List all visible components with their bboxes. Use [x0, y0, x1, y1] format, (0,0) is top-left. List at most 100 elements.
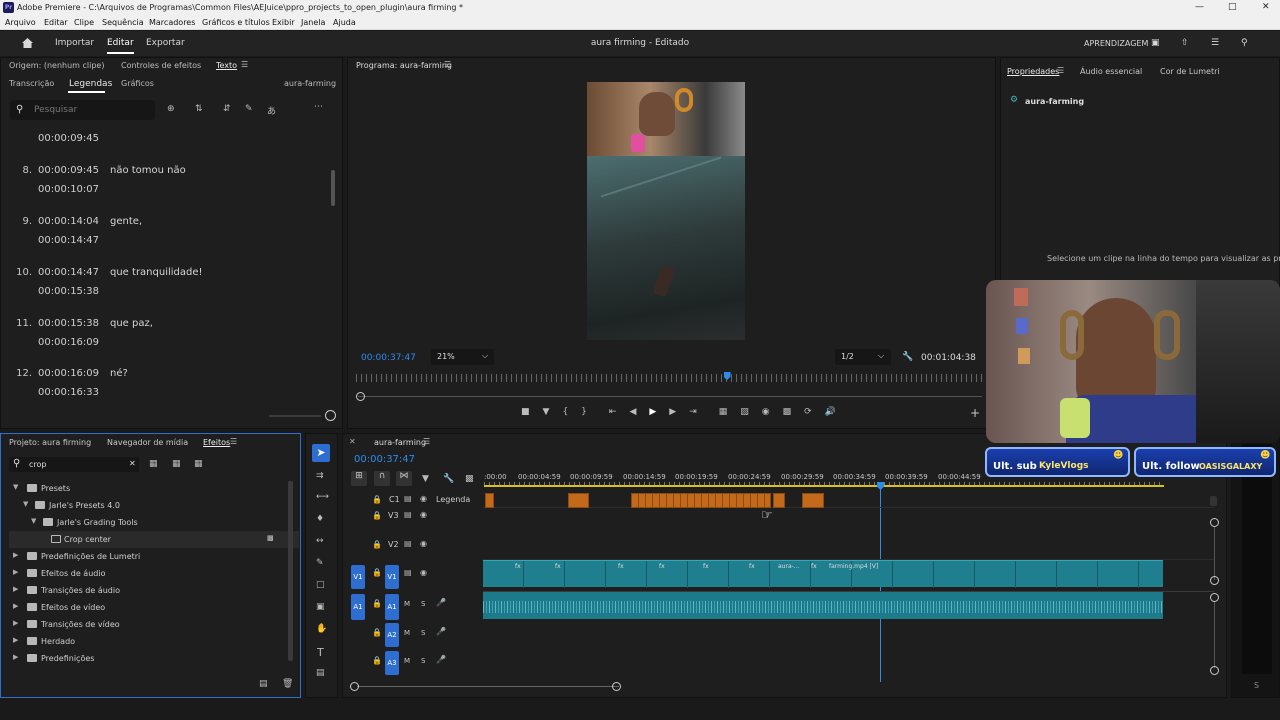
effects-menu-icon[interactable]: ☰	[230, 437, 237, 446]
add-marker-icon[interactable]: ▼	[422, 474, 429, 484]
maximize-icon[interactable]: □	[1228, 2, 1237, 12]
tab-navegador[interactable]: Navegador de mídia	[107, 438, 188, 447]
caption-item[interactable]: 8. 00:00:09:45 não tomou não 00:00:10:07	[1, 162, 331, 206]
effects-search-box[interactable]: ⚲ crop ✕	[9, 457, 139, 472]
menu-lines-icon[interactable]: ☰	[1211, 38, 1219, 48]
mute-button[interactable]: M	[404, 629, 410, 637]
audio-clip-a1[interactable]	[483, 592, 1163, 619]
speaker-icon[interactable]: 🔊	[825, 407, 836, 417]
fx-badge[interactable]: fx	[749, 563, 755, 570]
lock-icon[interactable]: 🔒	[372, 656, 382, 665]
tab-legendas[interactable]: Legendas	[69, 79, 112, 89]
share-icon[interactable]: ⇧	[1181, 38, 1189, 48]
caption-item[interactable]: 00:00:09:45	[1, 129, 331, 151]
solo-meter-icon[interactable]: S	[1254, 681, 1259, 690]
sync-lock-icon[interactable]: ▤	[404, 494, 412, 503]
tree-item-predefinicoes[interactable]: ▶ Predefinições	[9, 650, 299, 667]
menu-exibir[interactable]: Exibir	[272, 18, 295, 27]
new-folder-icon[interactable]: ▤	[259, 679, 268, 689]
razor-icon[interactable]: ♦	[316, 514, 324, 524]
menu-graficos[interactable]: Gráficos e títulos	[202, 18, 270, 27]
add-caption-icon[interactable]: ⊕	[167, 104, 175, 114]
caption-clip[interactable]	[568, 493, 589, 508]
tab-audio-essencial[interactable]: Áudio essencial	[1080, 67, 1142, 76]
snap-icon[interactable]: ∩	[374, 471, 390, 486]
eye-icon[interactable]: ◉	[420, 539, 427, 548]
tree-item-lumetri[interactable]: ▶ Predefinições de Lumetri	[9, 548, 299, 565]
program-scrollbar-track[interactable]	[358, 396, 982, 397]
video-scroll-handle-end[interactable]	[1210, 576, 1219, 585]
wrench-icon[interactable]: 🔧	[902, 352, 913, 362]
mark-out-icon[interactable]: }	[581, 407, 587, 417]
fx-badge[interactable]: fx	[659, 563, 665, 570]
caption-search-box[interactable]: ⚲ Pesquisar	[10, 100, 155, 120]
home-icon[interactable]	[21, 37, 34, 49]
solo-button[interactable]: S	[421, 657, 425, 665]
work-area-bar[interactable]	[484, 485, 1164, 487]
tab-menu-icon[interactable]: ☰	[241, 60, 248, 69]
lock-icon[interactable]: 🔒	[372, 568, 382, 577]
properties-menu-icon[interactable]: ☰	[1057, 66, 1064, 75]
tab-propriedades[interactable]: Propriedades	[1007, 67, 1059, 76]
go-to-in-icon[interactable]: ⇤	[609, 407, 617, 417]
step-forward-icon[interactable]: ▶	[669, 407, 676, 417]
fx-badge[interactable]: fx	[618, 563, 624, 570]
learning-button[interactable]: APRENDIZAGEM	[1084, 39, 1148, 48]
tab-projeto[interactable]: Projeto: aura firming	[9, 438, 91, 447]
mute-button[interactable]: M	[404, 657, 410, 665]
timeline-h-scroll-track[interactable]	[357, 686, 619, 687]
program-timecode[interactable]: 00:00:37:47	[361, 353, 416, 363]
export-frame-icon[interactable]: ■	[521, 407, 530, 417]
add-button-icon[interactable]: +	[970, 406, 980, 420]
timeline-settings-icon[interactable]: 🔧	[443, 474, 454, 484]
caption-text[interactable]: gente,	[110, 216, 142, 227]
sync-lock-icon[interactable]: ▤	[404, 510, 412, 519]
ripple-edit-icon[interactable]: ⟷	[316, 492, 329, 502]
lift-icon[interactable]: ▦	[719, 407, 728, 417]
mark-in-icon[interactable]: {	[562, 407, 568, 417]
lock-icon[interactable]: 🔒	[372, 599, 382, 608]
caption-item[interactable]: 12. 00:00:16:09 né? 00:00:16:33	[1, 365, 331, 409]
tab-transcricao[interactable]: Transcrição	[9, 79, 54, 88]
caption-item[interactable]: 9. 00:00:14:04 gente, 00:00:14:47	[1, 213, 331, 257]
translate-icon[interactable]: あ	[267, 104, 276, 117]
selection-tool-icon[interactable]: ➤	[312, 444, 330, 462]
tab-controles-efeitos[interactable]: Controles de efeitos	[121, 61, 201, 70]
tab-texto[interactable]: Texto	[216, 61, 237, 70]
caption-text[interactable]: que paz,	[110, 318, 153, 329]
tree-item-efeitos-audio[interactable]: ▶ Efeitos de áudio	[9, 565, 299, 582]
fx-badge[interactable]: fx	[703, 563, 709, 570]
eye-icon[interactable]: ◉	[420, 494, 427, 503]
tree-item-transicoes-audio[interactable]: ▶ Transições de áudio	[9, 582, 299, 599]
lock-icon[interactable]: 🔒	[372, 628, 382, 637]
zoom-slider-track[interactable]	[269, 415, 321, 417]
close-icon[interactable]: ✕	[1262, 2, 1270, 12]
track-select-icon[interactable]: ⇉	[316, 471, 324, 481]
eye-icon[interactable]: ◉	[420, 510, 427, 519]
caption-item[interactable]: 11. 00:00:15:38 que paz, 00:00:16:09	[1, 315, 331, 359]
caption-clip-group[interactable]	[631, 493, 771, 508]
lock-icon[interactable]: 🔒	[372, 540, 382, 549]
sync-lock-icon[interactable]: ▤	[404, 568, 412, 577]
effects-scrollbar[interactable]	[288, 481, 293, 661]
video-clip-v1[interactable]: fx fx fx fx fx fx aura-... fx farming.mp…	[483, 560, 1163, 588]
tab-origem[interactable]: Origem: (nenhum clipe)	[9, 61, 104, 70]
timeline-h-scroll-right[interactable]	[612, 682, 621, 691]
caption-text[interactable]: que tranquilidade!	[110, 267, 203, 278]
tab-cor-lumetri[interactable]: Cor de Lumetri	[1160, 67, 1220, 76]
pencil-icon[interactable]: ✎	[245, 104, 253, 114]
tab-efeitos[interactable]: Efeitos	[203, 438, 230, 447]
menu-sequencia[interactable]: Sequência	[102, 18, 144, 27]
workspace-exportar[interactable]: Exportar	[146, 38, 185, 48]
trash-icon[interactable]: 🗑	[282, 679, 293, 689]
hand-icon[interactable]: ✋	[316, 624, 327, 634]
go-to-out-icon[interactable]: ⇥	[689, 407, 697, 417]
workspace-importar[interactable]: Importar	[55, 38, 94, 48]
caption-tool-icon[interactable]: ▤	[316, 668, 325, 678]
menu-editar[interactable]: Editar	[44, 18, 68, 27]
timeline-timecode[interactable]: 00:00:37:47	[354, 454, 415, 465]
sync-lock-icon[interactable]: ▤	[404, 539, 412, 548]
tree-item-jarles-presets[interactable]: ▼ Jarle's Presets 4.0	[9, 497, 299, 514]
caption-item[interactable]: 10. 00:00:14:47 que tranquilidade! 00:00…	[1, 264, 331, 308]
panel-layout-icon[interactable]: ▣	[1151, 38, 1160, 48]
